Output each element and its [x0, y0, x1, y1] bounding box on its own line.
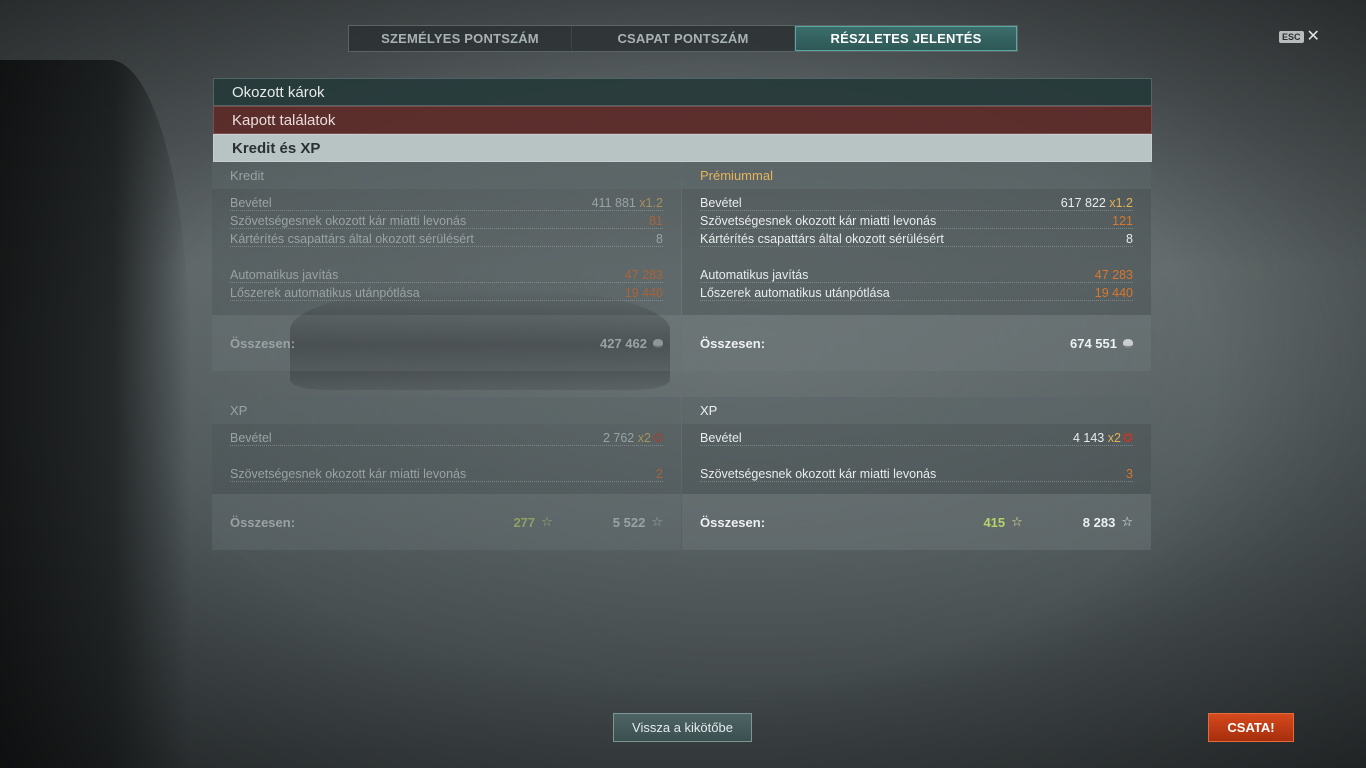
- row-ally-damage: Szövetségesnek okozott kár miatti levoná…: [230, 211, 663, 229]
- row-value: 617 822 x1.2: [1060, 196, 1133, 210]
- free-xp-star-icon: ☆: [1011, 514, 1023, 529]
- return-to-port-button[interactable]: Vissza a kikötőbe: [613, 713, 752, 742]
- row-income: Bevétel 2 762 x2 ✪: [230, 428, 663, 446]
- row-value: 47 283: [624, 268, 663, 282]
- total-label: Összesen:: [700, 514, 766, 530]
- row-value: 411 881 x1.2: [591, 196, 663, 210]
- row-label: Lőszerek automatikus utánpótlása: [230, 286, 420, 300]
- row-value: 19 440: [624, 286, 663, 300]
- esc-key-badge: ESC: [1279, 31, 1304, 43]
- panel-total: Összesen: 415 ☆ 8 283 ☆: [682, 494, 1151, 550]
- total-label: Összesen:: [700, 335, 766, 351]
- background-shadow: [0, 60, 190, 768]
- row-auto-repair: Automatikus javítás 47 283: [230, 265, 663, 283]
- row-label: Automatikus javítás: [230, 268, 339, 282]
- row-value: 47 283: [1094, 268, 1133, 282]
- section-damage-dealt[interactable]: Okozott károk: [213, 78, 1152, 106]
- xp-star-icon: ☆: [1121, 514, 1133, 529]
- row-value: 19 440: [1094, 286, 1133, 300]
- xp-star-icon: ☆: [651, 514, 663, 529]
- panel-total: Összesen: 674 551: [682, 315, 1151, 371]
- credits-icon: [1123, 338, 1133, 348]
- panel-body: Bevétel 617 822 x1.2 Szövetségesnek okoz…: [682, 189, 1151, 315]
- row-income: Bevétel 4 143 x2 ✪: [700, 428, 1133, 446]
- row-label: Lőszerek automatikus utánpótlása: [700, 286, 890, 300]
- total-value: 8 283 ☆: [1082, 514, 1133, 530]
- total-value: 427 462: [600, 336, 663, 351]
- multiplier: x1.2: [639, 196, 663, 210]
- tab-personal-score[interactable]: SZEMÉLYES PONTSZÁM: [349, 26, 572, 51]
- row-label: Szövetségesnek okozott kár miatti levoná…: [700, 467, 937, 481]
- row-label: Automatikus javítás: [700, 268, 809, 282]
- panel-title: XP: [212, 397, 681, 424]
- close-button[interactable]: ESC ✕: [1279, 28, 1320, 45]
- row-value: 4 143 x2 ✪: [1072, 431, 1133, 445]
- row-label: Szövetségesnek okozott kár miatti levoná…: [700, 214, 937, 228]
- xp-standard-panel: XP Bevétel 2 762 x2 ✪ Szövetségesnek okoz…: [212, 397, 681, 550]
- row-label: Bevétel: [230, 431, 272, 445]
- multiplier: x2: [637, 431, 651, 445]
- credits-icon: [653, 338, 663, 348]
- row-income: Bevétel 411 881 x1.2: [230, 193, 663, 211]
- row-label: Kártérítés csapattárs által okozott sérü…: [700, 232, 944, 246]
- panel-body: Bevétel 2 762 x2 ✪ Szövetségesnek okozott…: [212, 424, 681, 494]
- panel-title: XP: [682, 397, 1151, 424]
- row-label: Szövetségesnek okozott kár miatti levoná…: [230, 467, 467, 481]
- panel-total: Összesen: 427 462: [212, 315, 681, 371]
- tab-team-score[interactable]: CSAPAT PONTSZÁM: [572, 26, 795, 51]
- credit-standard-panel: Kredit Bevétel 411 881 x1.2 Szövetségesn…: [212, 162, 681, 371]
- row-ally-damage: Szövetségesnek okozott kár miatti levoná…: [700, 464, 1133, 482]
- total-free-xp: 277 ☆: [513, 514, 553, 530]
- row-ally-damage: Szövetségesnek okozott kár miatti levoná…: [230, 464, 663, 482]
- total-value: 674 551: [1070, 336, 1133, 351]
- free-xp-star-icon: ☆: [541, 514, 553, 529]
- multiplier: x1.2: [1109, 196, 1133, 210]
- row-value: 2 762 x2 ✪: [602, 431, 663, 445]
- close-icon: ✕: [1306, 28, 1320, 45]
- total-free-xp: 415 ☆: [983, 514, 1023, 530]
- row-value: 8: [656, 232, 663, 246]
- row-label: Kártérítés csapattárs által okozott sérü…: [230, 232, 474, 246]
- row-ally-damage: Szövetségesnek okozott kár miatti levoná…: [700, 211, 1133, 229]
- panel-body: Bevétel 4 143 x2 ✪ Szövetségesnek okozott…: [682, 424, 1151, 494]
- section-hits-received[interactable]: Kapott találatok: [213, 106, 1152, 134]
- row-auto-resupply: Lőszerek automatikus utánpótlása 19 440: [230, 283, 663, 301]
- multiplier: x2: [1107, 431, 1121, 445]
- row-label: Bevétel: [230, 196, 272, 210]
- battle-button[interactable]: CSATA!: [1208, 713, 1294, 742]
- row-label: Bevétel: [700, 196, 742, 210]
- total-value: 5 522 ☆: [612, 514, 663, 530]
- row-value: 8: [1126, 232, 1133, 246]
- row-auto-resupply: Lőszerek automatikus utánpótlása 19 440: [700, 283, 1133, 301]
- panel-body: Bevétel 411 881 x1.2 Szövetségesnek okoz…: [212, 189, 681, 315]
- row-auto-repair: Automatikus javítás 47 283: [700, 265, 1133, 283]
- row-compensation: Kártérítés csapattárs által okozott sérü…: [230, 229, 663, 247]
- row-value: 2: [656, 467, 663, 481]
- row-value: 121: [1112, 214, 1133, 228]
- total-label: Összesen:: [230, 514, 296, 530]
- section-credit-xp[interactable]: Kredit és XP: [213, 134, 1152, 162]
- premium-star-icon: ✪: [652, 431, 663, 445]
- row-value: 81: [649, 214, 663, 228]
- xp-premium-panel: XP Bevétel 4 143 x2 ✪ Szövetségesnek okoz…: [682, 397, 1151, 550]
- row-label: Bevétel: [700, 431, 742, 445]
- tab-detailed-report[interactable]: RÉSZLETES JELENTÉS: [795, 26, 1017, 51]
- row-label: Szövetségesnek okozott kár miatti levoná…: [230, 214, 467, 228]
- panel-total: Összesen: 277 ☆ 5 522 ☆: [212, 494, 681, 550]
- credit-premium-panel: Prémiummal Bevétel 617 822 x1.2 Szövetsé…: [682, 162, 1151, 371]
- row-value: 3: [1126, 467, 1133, 481]
- panel-title: Prémiummal: [682, 162, 1151, 189]
- panel-title: Kredit: [212, 162, 681, 189]
- report-tabs: SZEMÉLYES PONTSZÁM CSAPAT PONTSZÁM RÉSZL…: [348, 25, 1018, 52]
- premium-star-icon: ✪: [1122, 431, 1133, 445]
- total-label: Összesen:: [230, 335, 296, 351]
- row-compensation: Kártérítés csapattárs által okozott sérü…: [700, 229, 1133, 247]
- row-income: Bevétel 617 822 x1.2: [700, 193, 1133, 211]
